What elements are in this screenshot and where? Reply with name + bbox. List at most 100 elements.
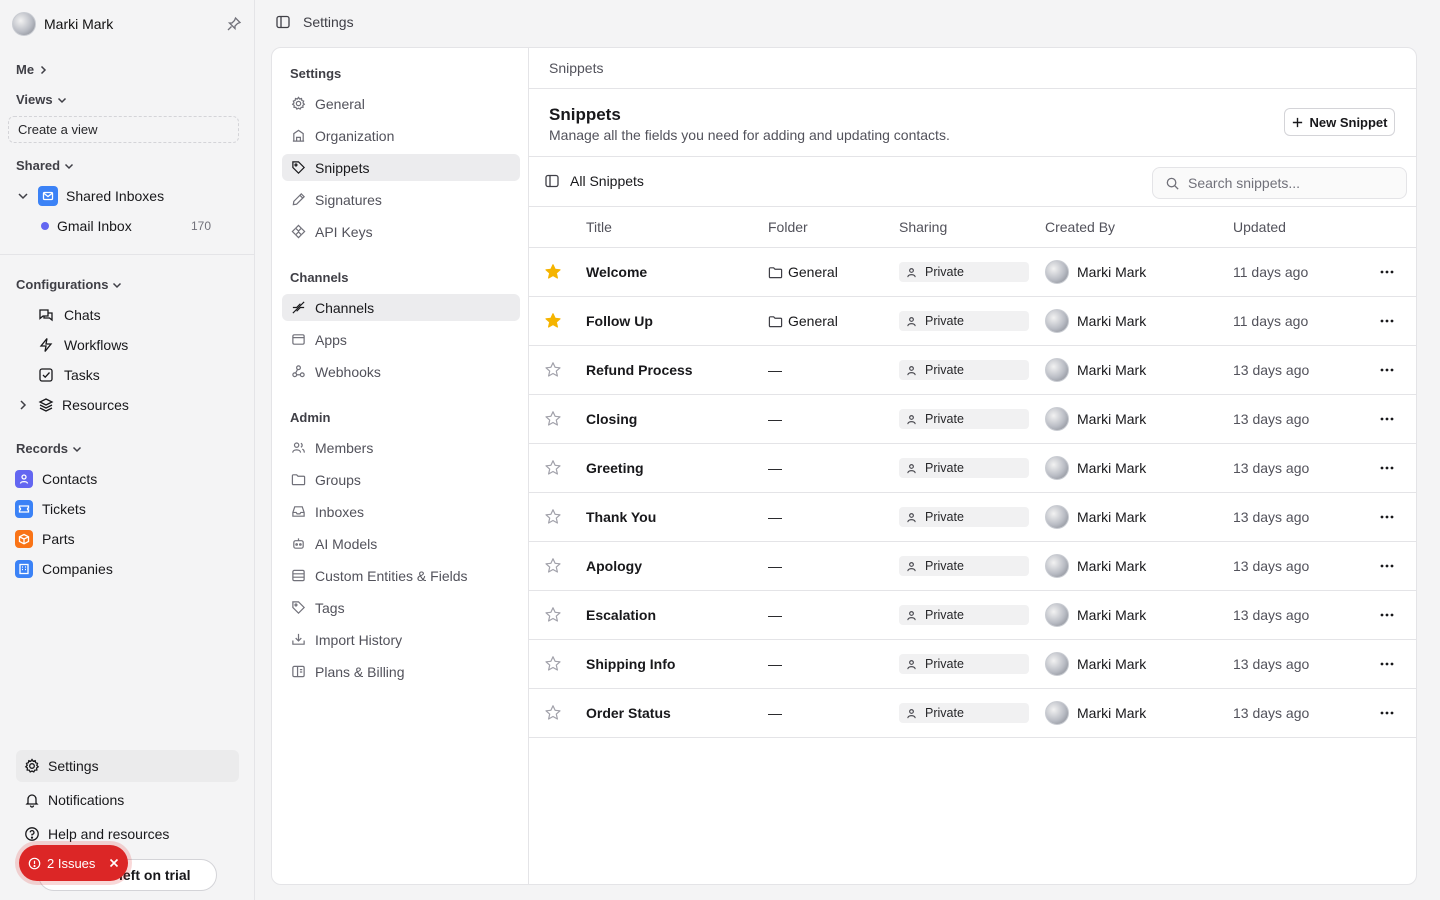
search-input[interactable] <box>1188 175 1388 191</box>
star-icon[interactable] <box>544 542 562 590</box>
snippet-title[interactable]: Greeting <box>586 444 644 492</box>
table-row[interactable]: Welcome General Private Marki Mark 11 days a… <box>529 248 1416 297</box>
new-snippet-button[interactable]: New Snippet <box>1284 108 1395 136</box>
star-icon[interactable] <box>544 591 562 639</box>
snippet-title[interactable]: Closing <box>586 395 637 443</box>
sharing-badge[interactable]: Private <box>899 262 1029 282</box>
search-box[interactable] <box>1152 167 1407 199</box>
sharing-badge[interactable]: Private <box>899 605 1029 625</box>
issues-badge[interactable]: 2 Issues <box>19 845 128 881</box>
more-options-icon[interactable] <box>1379 444 1395 492</box>
nav-item-channels[interactable]: Channels <box>282 294 520 321</box>
nav-item-snippets[interactable]: Snippets <box>282 154 520 181</box>
sidebar-toggle-icon[interactable] <box>275 14 291 30</box>
column-header-created-by[interactable]: Created By <box>1045 219 1115 235</box>
nav-item-tags[interactable]: Tags <box>282 594 520 621</box>
snippet-title[interactable]: Shipping Info <box>586 640 675 688</box>
sidebar-item-companies[interactable]: Companies <box>15 559 113 579</box>
more-options-icon[interactable] <box>1379 297 1395 345</box>
star-icon[interactable] <box>544 248 562 296</box>
sidebar-item-parts[interactable]: Parts <box>15 529 75 549</box>
nav-item-import-history[interactable]: Import History <box>282 626 520 653</box>
views-section[interactable]: Views <box>16 92 68 107</box>
nav-item-members[interactable]: Members <box>282 434 520 461</box>
more-options-icon[interactable] <box>1379 248 1395 296</box>
table-row[interactable]: Follow Up General Private Marki Mark 11 days… <box>529 297 1416 346</box>
snippet-title[interactable]: Order Status <box>586 689 671 737</box>
nav-item-inboxes[interactable]: Inboxes <box>282 498 520 525</box>
sharing-badge[interactable]: Private <box>899 507 1029 527</box>
snippet-title[interactable]: Welcome <box>586 248 647 296</box>
nav-item-organization[interactable]: Organization <box>282 122 520 149</box>
more-options-icon[interactable] <box>1379 493 1395 541</box>
more-options-icon[interactable] <box>1379 395 1395 443</box>
star-icon[interactable] <box>544 640 562 688</box>
nav-item-api-keys[interactable]: API Keys <box>282 218 520 245</box>
nav-item-ai-models[interactable]: AI Models <box>282 530 520 557</box>
user-menu[interactable]: Marki Mark <box>12 12 242 36</box>
column-header-updated[interactable]: Updated <box>1233 219 1286 235</box>
nav-item-groups[interactable]: Groups <box>282 466 520 493</box>
snippet-title[interactable]: Thank You <box>586 493 656 541</box>
table-row[interactable]: Order Status — Private Marki Mark 13 days ag… <box>529 689 1416 738</box>
table-row[interactable]: Shipping Info — Private Marki Mark 13 days a… <box>529 640 1416 689</box>
all-snippets-toggle[interactable]: All Snippets <box>544 173 644 189</box>
sharing-badge[interactable]: Private <box>899 556 1029 576</box>
sidebar-item-contacts[interactable]: Contacts <box>15 469 97 489</box>
sharing-badge[interactable]: Private <box>899 311 1029 331</box>
pin-icon[interactable] <box>226 16 242 32</box>
close-icon[interactable] <box>107 856 121 870</box>
records-section[interactable]: Records <box>16 441 83 456</box>
nav-item-plans-billing[interactable]: Plans & Billing <box>282 658 520 685</box>
nav-item-general[interactable]: General <box>282 90 520 117</box>
more-options-icon[interactable] <box>1379 542 1395 590</box>
column-header-title[interactable]: Title <box>586 219 612 235</box>
me-section[interactable]: Me <box>16 62 49 77</box>
table-row[interactable]: Closing — Private Marki Mark 13 days ago <box>529 395 1416 444</box>
more-options-icon[interactable] <box>1379 346 1395 394</box>
nav-item-custom-entities[interactable]: Custom Entities & Fields <box>282 562 520 589</box>
breadcrumb-item[interactable]: Snippets <box>549 60 603 76</box>
table-row[interactable]: Escalation — Private Marki Mark 13 days ago <box>529 591 1416 640</box>
sharing-badge[interactable]: Private <box>899 654 1029 674</box>
sidebar-item-workflows[interactable]: Workflows <box>38 335 128 355</box>
table-row[interactable]: Refund Process — Private Marki Mark 13 days … <box>529 346 1416 395</box>
sidebar-item-resources[interactable]: Resources <box>16 395 129 415</box>
sidebar-item-chats[interactable]: Chats <box>38 305 101 325</box>
sidebar-item-tickets[interactable]: Tickets <box>15 499 86 519</box>
sidebar-settings[interactable]: Settings <box>16 750 239 782</box>
star-icon[interactable] <box>544 493 562 541</box>
chevron-down-icon[interactable] <box>16 189 30 203</box>
star-icon[interactable] <box>544 297 562 345</box>
more-options-icon[interactable] <box>1379 689 1395 737</box>
shared-section[interactable]: Shared <box>16 158 75 173</box>
sidebar-item-tasks[interactable]: Tasks <box>38 365 100 385</box>
sharing-badge[interactable]: Private <box>899 409 1029 429</box>
sidebar-notifications[interactable]: Notifications <box>16 784 239 816</box>
star-icon[interactable] <box>544 395 562 443</box>
more-options-icon[interactable] <box>1379 591 1395 639</box>
table-row[interactable]: Apology — Private Marki Mark 13 days ago <box>529 542 1416 591</box>
snippet-title[interactable]: Apology <box>586 542 642 590</box>
table-row[interactable]: Greeting — Private Marki Mark 13 days ago <box>529 444 1416 493</box>
table-row[interactable]: Thank You — Private Marki Mark 13 days ago <box>529 493 1416 542</box>
sharing-badge[interactable]: Private <box>899 458 1029 478</box>
snippet-title[interactable]: Refund Process <box>586 346 693 394</box>
sharing-badge[interactable]: Private <box>899 360 1029 380</box>
more-options-icon[interactable] <box>1379 640 1395 688</box>
nav-item-webhooks[interactable]: Webhooks <box>282 358 520 385</box>
star-icon[interactable] <box>544 444 562 492</box>
snippet-title[interactable]: Follow Up <box>586 297 653 345</box>
star-icon[interactable] <box>544 689 562 737</box>
nav-item-signatures[interactable]: Signatures <box>282 186 520 213</box>
column-header-sharing[interactable]: Sharing <box>899 219 947 235</box>
sharing-badge[interactable]: Private <box>899 703 1029 723</box>
snippet-title[interactable]: Escalation <box>586 591 656 639</box>
column-header-folder[interactable]: Folder <box>768 219 808 235</box>
shared-inboxes-item[interactable]: Shared Inboxes <box>16 186 164 206</box>
create-view-button[interactable]: Create a view <box>8 116 239 143</box>
star-icon[interactable] <box>544 346 562 394</box>
configurations-section[interactable]: Configurations <box>16 277 123 292</box>
nav-item-apps[interactable]: Apps <box>282 326 520 353</box>
chevron-right-icon[interactable] <box>16 398 30 412</box>
